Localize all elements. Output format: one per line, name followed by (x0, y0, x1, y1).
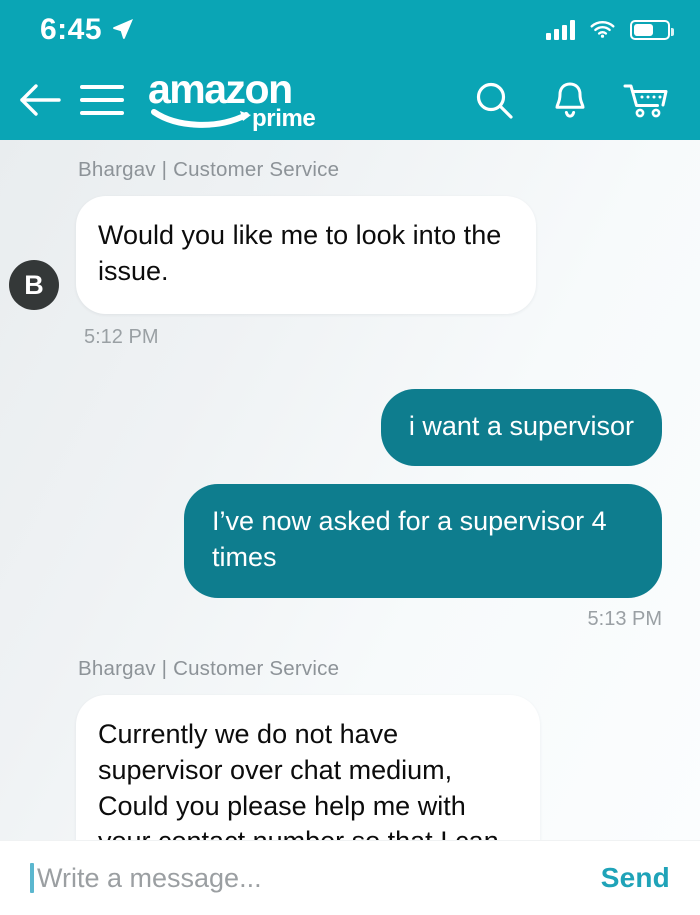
shopping-cart-icon[interactable] (618, 72, 674, 128)
app-header: amazon prime (0, 60, 700, 140)
search-icon[interactable] (466, 72, 522, 128)
send-button[interactable]: Send (601, 862, 670, 894)
chat-message-list[interactable]: Bhargav | Customer Service B Would you l… (0, 140, 700, 840)
status-clock: 6:45 (40, 13, 103, 46)
message-incoming: Bhargav | Customer Service B Would you l… (0, 158, 700, 349)
header-left-group: amazon prime (12, 69, 333, 131)
hamburger-menu-icon[interactable] (74, 72, 130, 128)
text-cursor (30, 863, 34, 893)
cellular-signal-icon (546, 20, 575, 40)
message-timestamp: 5:12 PM (84, 325, 159, 348)
message-timestamp: 5:13 PM (587, 607, 662, 630)
battery-icon (630, 20, 674, 40)
status-bar-left: 6:45 (40, 15, 135, 45)
location-arrow-icon (111, 16, 135, 45)
back-arrow-icon[interactable] (12, 72, 68, 128)
message-bubble[interactable]: i want a supervisor (380, 388, 662, 467)
message-input[interactable]: Write a message... (37, 863, 601, 894)
message-outgoing: I’ve now asked for a supervisor 4 times (0, 484, 700, 598)
message-sender-label: Bhargav | Customer Service (78, 656, 340, 680)
message-composer: Write a message... Send (0, 840, 700, 915)
app-screen: 6:45 amazon prime Bhargav | Customer Ser… (0, 0, 700, 915)
message-bubble[interactable]: I’ve now asked for a supervisor 4 times (184, 484, 662, 598)
message-bubble[interactable]: Currently we do not have supervisor over… (76, 694, 540, 840)
message-incoming: Bhargav | Customer Service B Currently w… (0, 657, 700, 840)
message-bubble[interactable]: Would you like me to look into the issue… (76, 196, 536, 314)
message-sender-label: Bhargav | Customer Service (78, 158, 340, 181)
header-right-group (466, 72, 674, 128)
status-bar: 6:45 (0, 0, 700, 60)
status-bar-right (546, 18, 674, 43)
avatar: B (9, 260, 59, 310)
amazon-prime-logo[interactable]: amazon prime (148, 69, 333, 131)
svg-text:prime: prime (252, 105, 315, 131)
message-outgoing: i want a supervisor (0, 388, 700, 467)
bell-icon[interactable] (542, 72, 598, 128)
wifi-icon (589, 18, 616, 43)
